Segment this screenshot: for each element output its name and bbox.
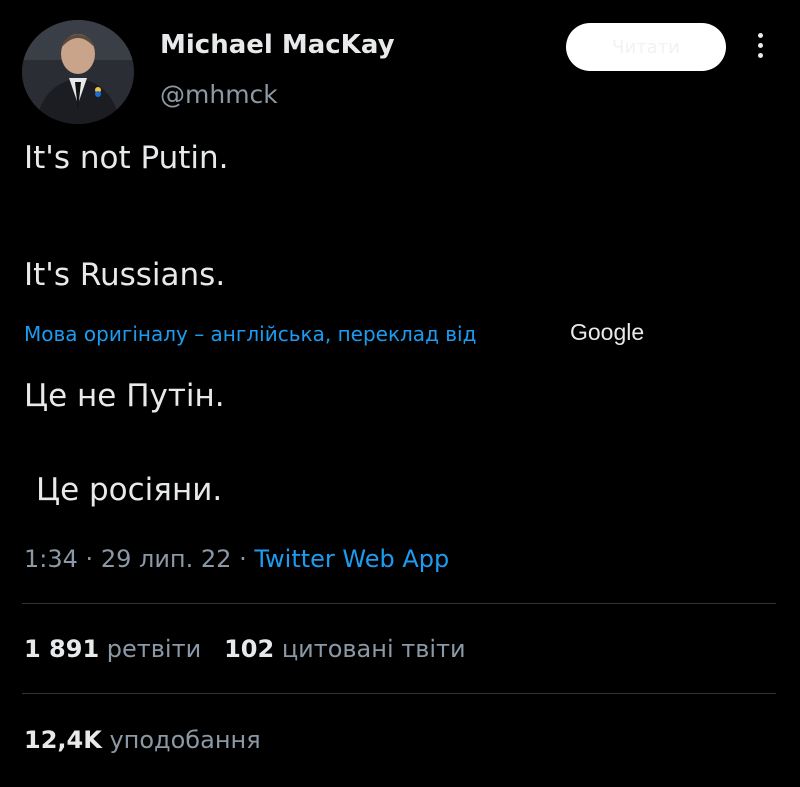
retweets-label: ретвіти	[106, 635, 202, 663]
author-name[interactable]: Michael MacKay	[160, 30, 395, 60]
translated-text-line-2: Це росіяни.	[36, 472, 223, 508]
tweet-text-line-1: It's not Putin.	[24, 140, 229, 176]
retweets-count: 1 891	[24, 635, 100, 663]
tweet-time[interactable]: 1:34	[24, 545, 78, 573]
divider	[22, 603, 776, 604]
meta-separator: ·	[85, 545, 94, 573]
avatar[interactable]	[22, 20, 134, 124]
tweet-meta: 1:34 · 29 лип. 22 · Twitter Web App	[24, 545, 449, 573]
meta-separator: ·	[239, 545, 247, 573]
follow-button[interactable]: Читати	[566, 23, 726, 71]
tweet-date[interactable]: 29 лип. 22	[101, 545, 232, 573]
retweets-link[interactable]: 1 891 ретвіти	[24, 635, 201, 663]
quotes-link[interactable]: 102 цитовані твіти	[224, 635, 466, 663]
quotes-count: 102	[224, 635, 275, 663]
quotes-label: цитовані твіти	[281, 635, 466, 663]
likes-count: 12,4K	[24, 726, 102, 754]
likes-link[interactable]: 12,4K уподобання	[24, 726, 261, 754]
tweet-source[interactable]: Twitter Web App	[254, 545, 449, 573]
author-handle[interactable]: @mhmck	[160, 80, 278, 109]
retweet-stats: 1 891 ретвіти 102 цитовані твіти	[24, 635, 466, 663]
google-logo: Google	[570, 319, 645, 345]
divider	[22, 693, 776, 694]
more-options-icon[interactable]	[750, 33, 770, 63]
tweet-text-line-2: It's Russians.	[24, 257, 226, 293]
translated-text-line-1: Це не Путін.	[24, 378, 225, 414]
translation-notice[interactable]: Мова оригіналу – англійська, переклад ві…	[24, 322, 476, 346]
likes-label: уподобання	[109, 726, 261, 754]
